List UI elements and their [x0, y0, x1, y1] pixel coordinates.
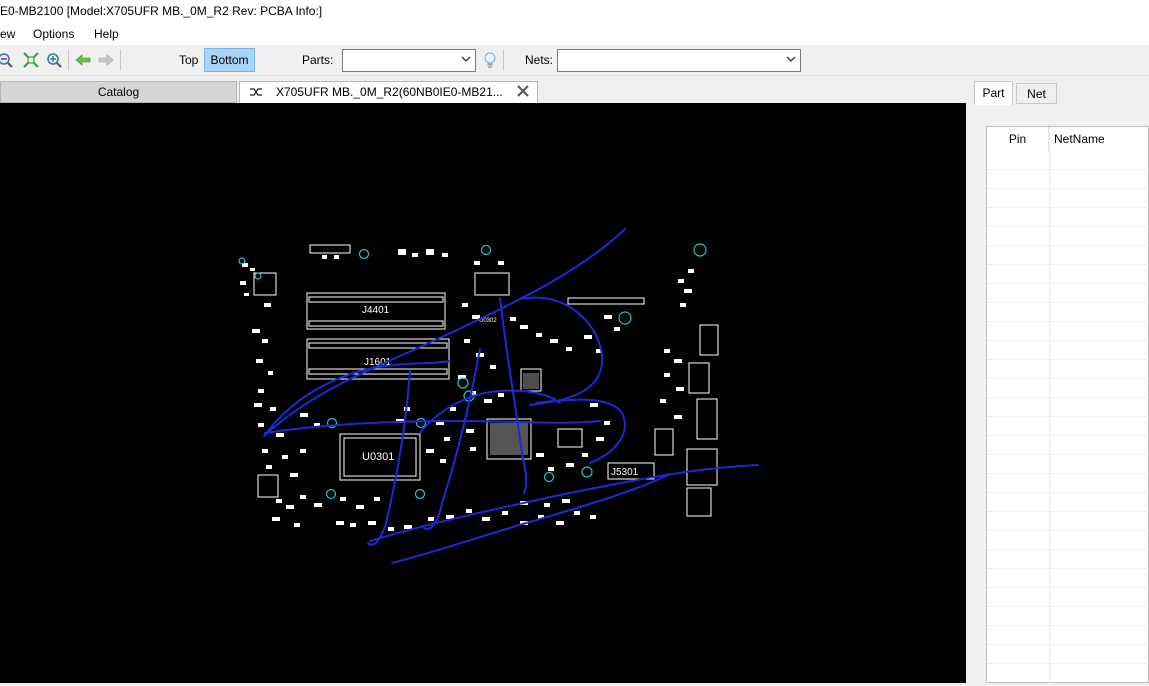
table-row	[987, 246, 1149, 265]
lightbulb-icon[interactable]	[481, 51, 499, 69]
bottom-side-button[interactable]: Bottom	[204, 48, 255, 72]
tab-catalog[interactable]: Catalog	[0, 81, 237, 103]
table-row	[987, 474, 1149, 493]
properties-panel: Part Net Pin NetName	[966, 76, 1149, 684]
table-row	[987, 284, 1149, 303]
window-title: E0-MB2100 [Model:X705UFR MB._0M_R2 Rev: …	[0, 0, 1149, 23]
column-header-netname[interactable]: NetName	[1054, 127, 1149, 151]
table-row	[987, 436, 1149, 455]
tab-part[interactable]: Part	[974, 81, 1013, 105]
column-header-pin[interactable]: Pin	[987, 127, 1049, 151]
top-side-button[interactable]: Top	[179, 53, 198, 67]
fit-view-icon[interactable]	[22, 51, 40, 69]
table-row	[987, 379, 1149, 398]
table-row	[987, 550, 1149, 569]
nets-label: Nets:	[525, 53, 554, 67]
back-arrow-icon[interactable]	[74, 51, 92, 69]
forward-arrow-icon[interactable]	[97, 51, 115, 69]
small-components	[240, 249, 694, 531]
board-canvas[interactable]: J4401 J1601 U0301 J5301 U0302	[0, 103, 966, 683]
toolbar-separator	[120, 50, 121, 70]
tab-board-view[interactable]: X705UFR MB._0M_R2(60NB0IE0-MB21...	[239, 81, 538, 103]
nets-dropdown[interactable]	[557, 49, 801, 72]
table-row	[987, 607, 1149, 626]
menu-bar: ew Options Help	[0, 23, 1149, 45]
tab-board-label: X705UFR MB._0M_R2(60NB0IE0-MB21...	[276, 85, 503, 99]
label-u0301: U0301	[362, 451, 394, 463]
table-row	[987, 322, 1149, 341]
table-row	[987, 265, 1149, 284]
table-row	[987, 360, 1149, 379]
zoom-in-icon[interactable]	[45, 51, 63, 69]
table-row	[987, 227, 1149, 246]
pin-net-table: Pin NetName	[986, 126, 1149, 684]
menu-item-options[interactable]: Options	[33, 27, 74, 41]
table-row	[987, 645, 1149, 664]
table-row	[987, 493, 1149, 512]
label-j4401: J4401	[362, 305, 390, 316]
toolbar-separator	[503, 50, 504, 70]
chevron-down-icon	[786, 54, 796, 67]
parts-label: Parts:	[302, 53, 334, 67]
zoom-out-icon[interactable]	[0, 51, 14, 69]
table-row	[987, 303, 1149, 322]
chip-pads	[490, 373, 539, 455]
table-row	[987, 626, 1149, 645]
menu-item-help[interactable]: Help	[94, 27, 119, 41]
table-row	[987, 151, 1149, 170]
label-j5301: J5301	[611, 467, 639, 478]
document-tabstrip: Catalog X705UFR MB._0M_R2(60NB0IE0-MB21.…	[0, 81, 966, 103]
chevron-down-icon	[461, 54, 471, 67]
toolbar-separator	[68, 50, 69, 70]
table-row	[987, 417, 1149, 436]
table-row	[987, 189, 1149, 208]
menu-item-view[interactable]: ew	[0, 27, 15, 41]
parts-dropdown[interactable]	[342, 49, 476, 72]
table-row	[987, 531, 1149, 550]
table-row	[987, 569, 1149, 588]
table-row	[987, 170, 1149, 189]
table-row	[987, 398, 1149, 417]
pcb-view[interactable]: J4401 J1601 U0301 J5301 U0302	[0, 103, 966, 683]
tab-net[interactable]: Net	[1016, 83, 1057, 104]
table-row	[987, 208, 1149, 227]
table-row	[987, 588, 1149, 607]
table-row	[987, 512, 1149, 531]
table-row	[987, 341, 1149, 360]
table-row	[987, 455, 1149, 474]
